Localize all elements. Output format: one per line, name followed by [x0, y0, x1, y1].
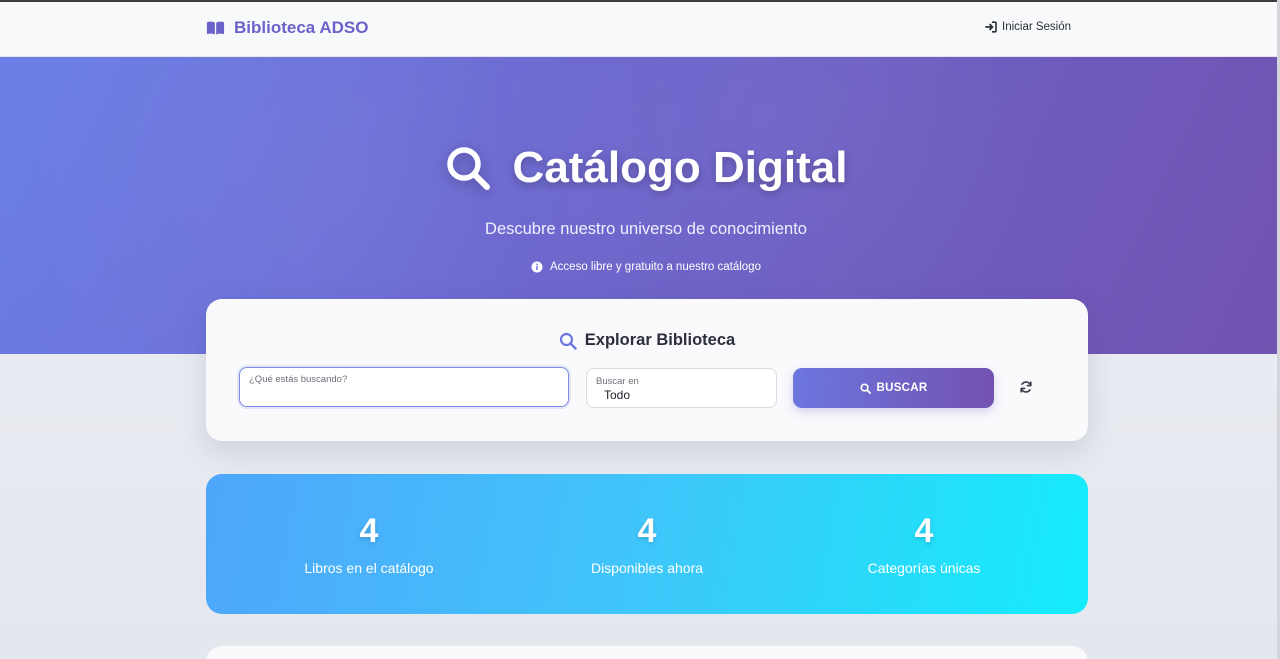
stat-books: 4 Libros en el catálogo: [249, 510, 489, 576]
search-scope-select[interactable]: Buscar en Todo: [586, 368, 777, 408]
search-input[interactable]: ¿Qué estás buscando?: [239, 367, 569, 407]
search-icon: [859, 382, 871, 394]
search-card-title-text: Explorar Biblioteca: [584, 331, 736, 349]
hero-subtitle: Descubre nuestro universo de conocimient…: [485, 220, 807, 238]
brand-link[interactable]: Biblioteca ADSO: [206, 18, 368, 38]
book-open-icon: [206, 21, 225, 35]
results-card: [206, 646, 1088, 659]
search-card-title: Explorar Biblioteca: [206, 331, 1088, 350]
search-scope-value: Todo: [604, 388, 631, 402]
search-icon: [446, 147, 490, 190]
stat-label: Libros en el catálogo: [304, 560, 434, 576]
stat-label: Categorías únicas: [867, 560, 981, 576]
search-button-label: BUSCAR: [876, 382, 928, 394]
login-label: Iniciar Sesión: [1002, 21, 1072, 33]
reset-button[interactable]: [1018, 379, 1034, 395]
navbar: Biblioteca ADSO Iniciar Sesión: [0, 2, 1280, 57]
info-circle-icon: [531, 261, 543, 273]
brand-name: Biblioteca ADSO: [234, 18, 369, 37]
stat-value: 4: [359, 512, 379, 550]
search-card: Explorar Biblioteca ¿Qué estás buscando?…: [206, 299, 1088, 441]
hero-note-text: Acceso libre y gratuito a nuestro catálo…: [550, 261, 761, 273]
hero-title: Catálogo Digital: [0, 143, 1280, 193]
refresh-icon: [1020, 381, 1032, 393]
search-icon: [559, 332, 577, 350]
login-link[interactable]: Iniciar Sesión: [985, 21, 1071, 33]
search-input-label: ¿Qué estás buscando?: [249, 374, 348, 385]
stats-panel: 4 Libros en el catálogo 4 Disponibles ah…: [206, 474, 1088, 614]
hero-title-text: Catálogo Digital: [512, 143, 848, 192]
stat-value: 4: [637, 512, 657, 550]
stat-available: 4 Disponibles ahora: [527, 510, 767, 576]
hero-note: Acceso libre y gratuito a nuestro catálo…: [0, 261, 1280, 273]
search-scope-label: Buscar en: [596, 376, 639, 387]
sign-in-icon: [985, 21, 997, 33]
stat-label: Disponibles ahora: [590, 560, 704, 576]
search-button[interactable]: BUSCAR: [793, 368, 994, 408]
stat-categories: 4 Categorías únicas: [804, 510, 1044, 576]
stat-value: 4: [914, 512, 934, 550]
